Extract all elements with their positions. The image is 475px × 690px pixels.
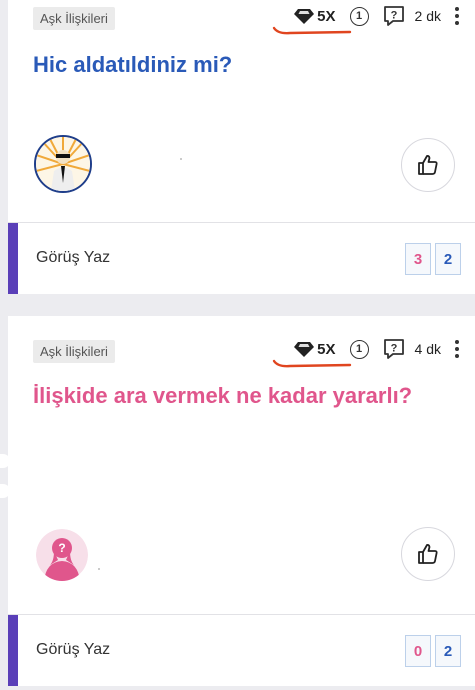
count-badges: 3 2	[405, 243, 461, 275]
post-time: 4 dk	[414, 341, 441, 357]
count-badge-left[interactable]: 3	[405, 243, 431, 275]
avatar[interactable]	[34, 135, 92, 193]
category-tag[interactable]: Aşk İlişkileri	[33, 340, 115, 363]
thumbs-up-icon	[418, 544, 438, 564]
like-button[interactable]	[401, 138, 455, 192]
circle-number-icon: 1	[349, 6, 369, 26]
avatar[interactable]: ?	[36, 529, 88, 581]
avatar-mark: ?	[58, 541, 65, 555]
post-meta: 5X 1 ? 2 dk	[272, 5, 461, 34]
post-title[interactable]: İlişkide ara vermek ne kadar yararlı?	[33, 383, 412, 409]
post-meta: 5X 1 ? 4 dk	[272, 338, 461, 367]
post-title[interactable]: Hic aldatıldiniz mi?	[33, 52, 232, 78]
circle-number-icon: 1	[349, 339, 369, 359]
category-tag[interactable]: Aşk İlişkileri	[33, 7, 115, 30]
post-time: 2 dk	[414, 8, 441, 24]
annotation-underline	[272, 26, 352, 34]
more-vert-icon[interactable]	[453, 340, 461, 358]
write-opinion-button[interactable]: Görüş Yaz	[36, 641, 110, 659]
count-badges: 0 2	[405, 635, 461, 667]
more-vert-icon[interactable]	[453, 7, 461, 25]
thumbs-up-icon	[418, 155, 438, 175]
annotation-underline	[272, 359, 352, 367]
post-card[interactable]: Aşk İlişkileri 5X 1 ? 4 dk İlişkide ara …	[8, 316, 475, 686]
like-button[interactable]	[401, 527, 455, 581]
count-badge-right[interactable]: 2	[435, 243, 461, 275]
count-badge-right[interactable]: 2	[435, 635, 461, 667]
svg-text:?: ?	[390, 10, 397, 22]
write-opinion-button[interactable]: Görüş Yaz	[36, 249, 110, 267]
card-footer: Görüş Yaz 3 2	[8, 222, 475, 294]
post-card[interactable]: Aşk İlişkileri 5X 1 ? 2 dk Hic aldatıldi…	[8, 0, 475, 294]
multiplier-badge: 5X	[272, 8, 352, 34]
question-box-icon: ?	[383, 5, 405, 27]
count-badge-left[interactable]: 0	[405, 635, 431, 667]
multiplier-badge: 5X	[272, 341, 352, 367]
question-box-icon: ?	[383, 338, 405, 360]
footer-accent-bar	[8, 223, 18, 294]
footer-accent-bar	[8, 615, 18, 686]
card-footer: Görüş Yaz 0 2	[8, 614, 475, 686]
svg-text:?: ?	[390, 343, 397, 355]
